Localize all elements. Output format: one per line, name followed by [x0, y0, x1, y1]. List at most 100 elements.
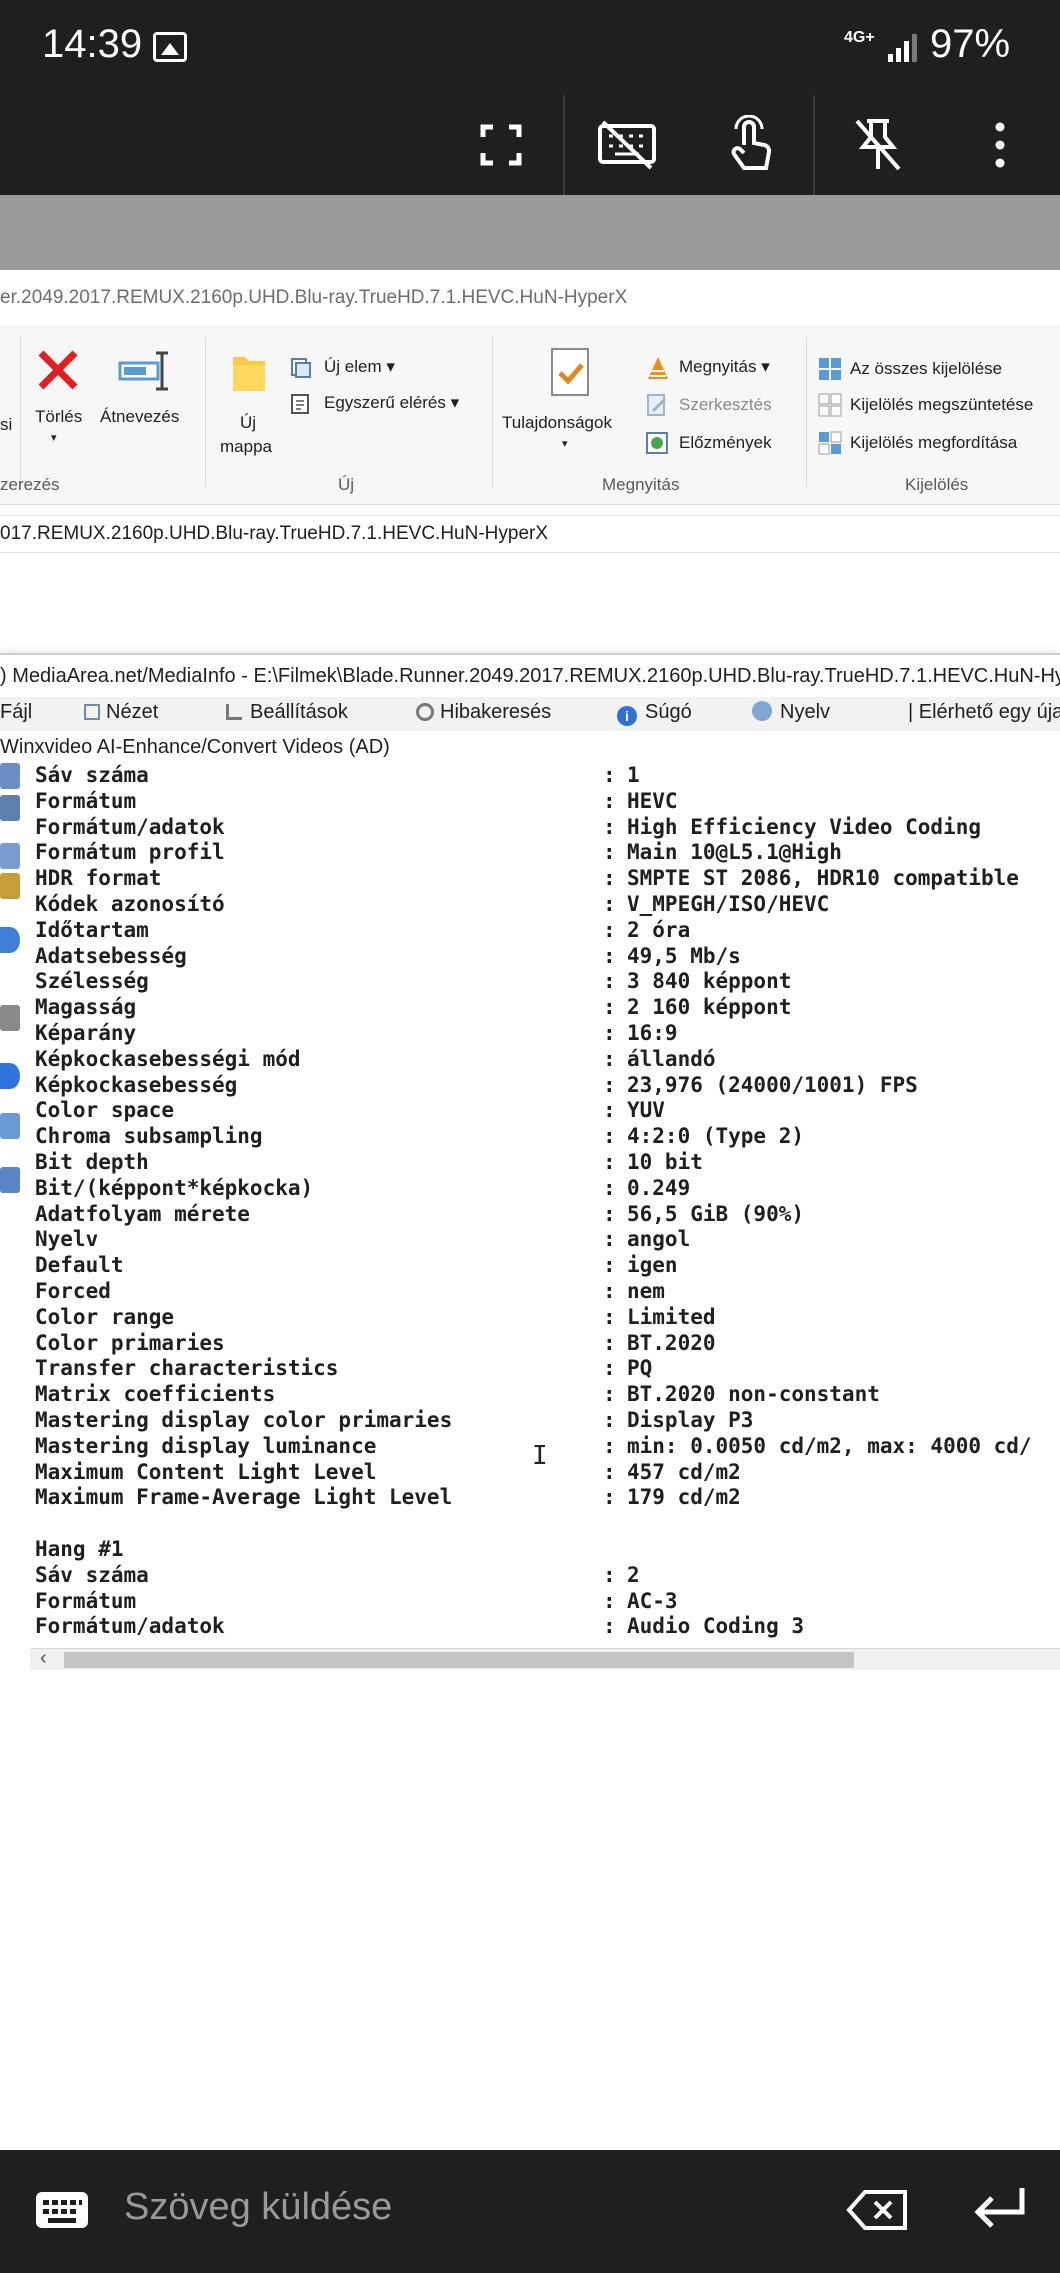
keyboard-icon[interactable] [36, 2192, 88, 2228]
open-button[interactable]: Megnyitás ▾ [645, 355, 770, 386]
globe-icon [752, 701, 772, 721]
field-separator: : [603, 788, 616, 813]
remote-screen[interactable]: er.2049.2017.REMUX.2160p.UHD.Blu-ray.Tru… [0, 195, 1060, 2150]
view-icon [84, 704, 100, 720]
menu-debug[interactable]: Hibakeresés [416, 701, 551, 724]
easy-access-button[interactable]: Egyszerű elérés ▾ [290, 393, 459, 420]
field-value: állandó [627, 1046, 716, 1071]
explorer-file-area[interactable] [0, 553, 1060, 653]
field-value: 49,5 Mb/s [627, 943, 741, 968]
menu-settings[interactable]: Beállítások [226, 701, 348, 724]
sidebar-icon[interactable] [0, 1063, 20, 1089]
sidebar-icon[interactable] [0, 1005, 20, 1031]
field-value: 23,976 (24000/1001) FPS [627, 1072, 918, 1097]
select-all-button[interactable]: Az összes kijelölése [818, 357, 1002, 386]
image-notification-icon [153, 32, 187, 62]
more-vert-icon[interactable] [945, 95, 1055, 195]
sidebar-icon[interactable] [0, 1113, 20, 1139]
field-name: Bit/(képpont*képkocka) [35, 1175, 314, 1200]
sidebar-icon[interactable] [0, 763, 20, 789]
field-separator: : [603, 1459, 616, 1484]
properties-button[interactable]: Tulajdonságok ▾ [500, 347, 640, 467]
field-separator: : [603, 1408, 616, 1432]
field-name: Képkockasebességi mód [35, 1046, 301, 1071]
select-all-icon [819, 358, 841, 380]
field-name: Hang #1 [35, 1537, 124, 1561]
field-separator: : [603, 866, 616, 891]
send-text-input[interactable]: Szöveg küldése [124, 2186, 392, 2229]
menu-view[interactable]: Nézet [84, 701, 158, 724]
scroll-left-arrow-icon[interactable]: ‹ [40, 1647, 47, 1670]
edit-icon [647, 394, 667, 416]
invert-selection-button[interactable]: Kijelölés megfordítása [818, 431, 1017, 460]
field-value: min: 0.0050 cd/m2, max: 4000 cd/ [627, 1433, 1032, 1458]
new-item-icon [291, 358, 311, 378]
new-folder-button[interactable]: Új mappa [215, 347, 285, 467]
field-separator: : [603, 1304, 616, 1329]
field-name: Transfer characteristics [35, 1356, 339, 1381]
field-separator: : [603, 840, 616, 865]
field-value: 16:9 [627, 1021, 678, 1045]
field-separator: : [603, 1562, 616, 1587]
menu-help[interactable]: i Súgó [617, 701, 692, 726]
field-name: Formátum profil [35, 840, 225, 865]
rename-button[interactable]: Átnevezés [100, 347, 195, 447]
field-separator: : [603, 1150, 616, 1174]
address-bar[interactable]: 017.REMUX.2160p.UHD.Blu-ray.TrueHD.7.1.H… [0, 515, 1060, 553]
info-icon: i [617, 706, 637, 726]
field-separator: : [603, 1124, 616, 1149]
sidebar-icon[interactable] [0, 1167, 20, 1193]
fullscreen-icon[interactable] [446, 95, 556, 195]
new-item-button[interactable]: Új elem ▾ [290, 357, 395, 384]
sidebar-icon[interactable] [0, 843, 20, 869]
field-separator: : [603, 1614, 616, 1639]
field-separator: : [603, 1356, 616, 1381]
touch-icon[interactable] [696, 95, 806, 195]
group-label-new: Új [338, 475, 355, 494]
info-sidebar-icon[interactable] [0, 927, 20, 953]
network-type: 4G+ [844, 29, 875, 46]
sidebar-icon[interactable] [0, 873, 20, 899]
edit-button[interactable]: Szerkesztés [645, 393, 772, 422]
battery-level: 97% [930, 22, 1011, 66]
sidebar-icon[interactable] [0, 795, 20, 821]
ad-line[interactable]: Winxvideo AI-Enhance/Convert Videos (AD) [0, 731, 1060, 763]
field-value: angol [627, 1227, 691, 1252]
status-time: 14:39 [42, 22, 143, 66]
field-separator: : [603, 1046, 616, 1071]
field-name: Color space [35, 1098, 175, 1123]
scroll-thumb[interactable] [64, 1652, 854, 1668]
pin-off-icon[interactable] [823, 95, 933, 195]
field-value: SMPTE ST 2086, HDR10 compatible [627, 866, 1019, 891]
field-separator: : [603, 1072, 616, 1097]
field-name: Chroma subsampling [35, 1124, 263, 1149]
field-value: AC-3 [627, 1588, 678, 1613]
field-value: 2 [627, 1562, 640, 1587]
field-name: Adatsebesség [35, 943, 187, 968]
backspace-icon[interactable] [845, 2188, 909, 2232]
field-separator: : [603, 1485, 616, 1510]
group-label-organize: zerezés [0, 475, 60, 494]
ribbon-label-si: si [0, 415, 13, 434]
field-separator: : [603, 1279, 616, 1303]
field-name: Color range [35, 1304, 175, 1329]
text-cursor-icon: I [532, 1441, 548, 1471]
mediainfo-text-view[interactable]: Sáv száma:1 Formátum: HEVC Formátum/adatok:… [0, 763, 1060, 1648]
menu-update-available[interactable]: | Elérhető egy újab [908, 701, 1060, 724]
history-icon [646, 432, 668, 454]
menu-language[interactable]: Nyelv [752, 701, 830, 724]
field-name: Maximum Frame-Average Light Level [35, 1485, 453, 1510]
field-name: Color primaries [35, 1330, 225, 1355]
horizontal-scrollbar[interactable]: ‹ [30, 1647, 1060, 1670]
field-value: V_MPEGH/ISO/HEVC [627, 892, 830, 916]
delete-button[interactable]: Törlés ▾ [35, 347, 93, 447]
keyboard-off-icon[interactable] [572, 95, 682, 195]
select-none-button[interactable]: Kijelölés megszüntetése [818, 393, 1033, 422]
mediainfo-menubar: Fájl Nézet Beállítások Hibakeresés i Súgó… [0, 697, 1060, 731]
history-button[interactable]: Előzmények [645, 431, 772, 460]
menu-file[interactable]: Fájl [0, 701, 32, 724]
easy-access-icon [291, 394, 309, 414]
field-name: Mastering display luminance [35, 1433, 377, 1458]
enter-icon[interactable] [970, 2184, 1030, 2236]
debug-icon [416, 703, 434, 721]
